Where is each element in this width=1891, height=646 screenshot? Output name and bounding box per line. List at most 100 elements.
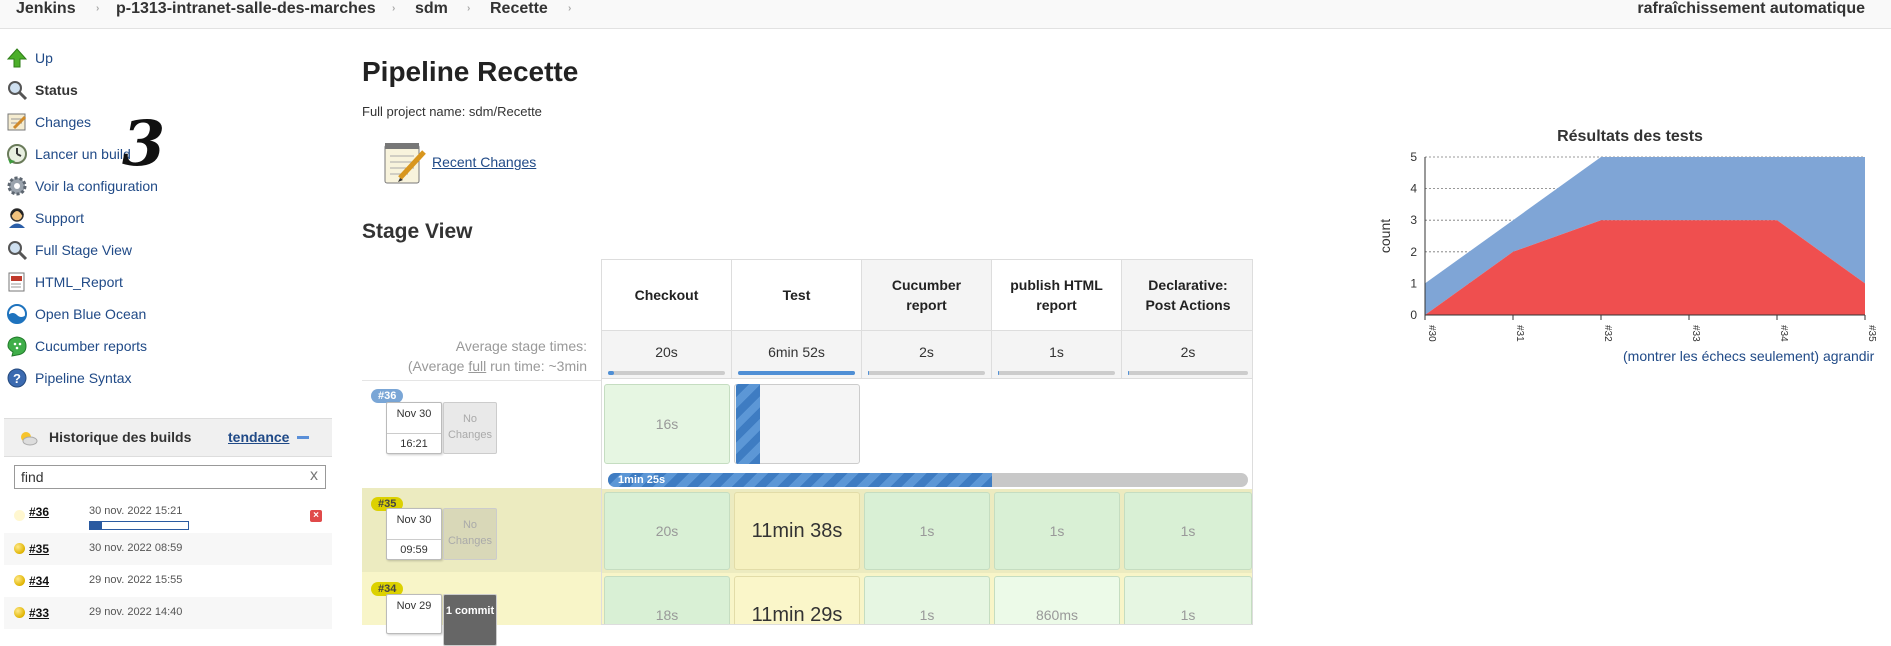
stage-header: Cucumber report bbox=[862, 260, 992, 330]
magnifier-icon bbox=[6, 239, 28, 261]
cucumber-icon bbox=[6, 335, 28, 357]
task-support[interactable]: Support bbox=[6, 206, 84, 230]
avg-time-value: 2s bbox=[1180, 344, 1196, 360]
build-search-input[interactable] bbox=[14, 465, 326, 489]
avg-run-suffix: run time: ~3min bbox=[486, 358, 587, 374]
build-link[interactable]: #35 bbox=[29, 542, 49, 556]
auto-refresh-link[interactable]: rafraîchissement automatique bbox=[1637, 0, 1865, 18]
run-date-box: Nov 30 16:21 bbox=[386, 402, 442, 454]
clock-build-icon bbox=[6, 143, 28, 165]
avg-time-bar bbox=[608, 371, 725, 375]
breadcrumb-folder[interactable]: sdm bbox=[415, 0, 448, 18]
breadcrumb-job[interactable]: Recette bbox=[490, 0, 548, 18]
run-date: Nov 30 bbox=[396, 408, 432, 420]
recent-changes-link[interactable]: Recent Changes bbox=[432, 154, 536, 170]
average-stage-times-label: Average stage times: (Average full run t… bbox=[380, 336, 587, 394]
stage-cell[interactable]: 1s bbox=[1124, 576, 1252, 624]
breadcrumb-jenkins[interactable]: Jenkins bbox=[16, 0, 76, 18]
task-label: HTML_Report bbox=[35, 274, 123, 290]
notepad-icon bbox=[382, 140, 426, 189]
stage-cell[interactable]: 1s bbox=[1124, 492, 1252, 570]
stage-cell[interactable]: 1s bbox=[864, 492, 990, 570]
x-tick-label: #35 bbox=[1866, 325, 1877, 342]
task-html-report[interactable]: HTML_Report bbox=[6, 270, 123, 294]
task-blue-ocean[interactable]: Open Blue Ocean bbox=[6, 302, 146, 326]
build-link[interactable]: #34 bbox=[29, 574, 49, 588]
stage-view-table: Checkout Test Cucumber report publish HT… bbox=[601, 259, 1253, 625]
avg-run-prefix: (Average bbox=[407, 358, 469, 374]
task-label: Full Stage View bbox=[35, 242, 133, 258]
enlarge-chart-link[interactable]: agrandir bbox=[1823, 348, 1874, 364]
abort-build-icon[interactable]: × bbox=[310, 510, 322, 522]
stage-avg-time: 2s bbox=[1122, 330, 1252, 378]
build-date[interactable]: 29 nov. 2022 14:40 bbox=[89, 606, 182, 618]
x-tick-label: #30 bbox=[1426, 325, 1437, 342]
task-build-now[interactable]: Lancer un build bbox=[6, 142, 131, 166]
annotation-number: 3 bbox=[122, 107, 166, 180]
chevron-right-icon: › bbox=[96, 3, 100, 14]
stage-cell[interactable]: 11min 38s bbox=[734, 492, 860, 570]
task-label: Status bbox=[35, 82, 78, 98]
stage-cell[interactable]: 18s bbox=[604, 576, 730, 624]
stage-cell[interactable]: 1s bbox=[994, 492, 1120, 570]
clear-search-icon[interactable]: x bbox=[310, 467, 318, 485]
task-label: Lancer un build bbox=[35, 146, 131, 162]
y-tick-label: 4 bbox=[1410, 182, 1417, 196]
build-progress-bar bbox=[89, 521, 189, 530]
task-cucumber-reports[interactable]: Cucumber reports bbox=[6, 334, 147, 358]
stage-cell[interactable]: 860ms bbox=[994, 576, 1120, 624]
build-history-panel: Historique des builds tendance x #36 30 … bbox=[4, 418, 332, 629]
y-axis-label: count bbox=[1377, 219, 1393, 253]
weather-icon bbox=[18, 429, 38, 450]
task-pipeline-syntax[interactable]: ? Pipeline Syntax bbox=[6, 366, 132, 390]
run-time: 09:59 bbox=[387, 539, 441, 556]
changes-box[interactable]: 1 commit bbox=[443, 594, 497, 646]
run-progress-fill bbox=[608, 473, 992, 487]
task-full-stage-view[interactable]: Full Stage View bbox=[6, 238, 132, 262]
x-tick-label: #31 bbox=[1514, 325, 1525, 342]
build-date[interactable]: 29 nov. 2022 15:55 bbox=[89, 574, 182, 586]
x-tick-label: #32 bbox=[1602, 325, 1613, 342]
blue-ocean-icon bbox=[6, 303, 28, 325]
trend-link[interactable]: tendance bbox=[228, 429, 289, 445]
stage-cell[interactable]: 11min 29s bbox=[734, 576, 860, 624]
stage-cell[interactable]: 20s bbox=[604, 492, 730, 570]
build-status-pending-icon bbox=[14, 510, 25, 521]
chevron-right-icon: › bbox=[467, 3, 471, 14]
task-status[interactable]: Status bbox=[6, 78, 78, 102]
stage-avg-time: 1s bbox=[992, 330, 1122, 378]
y-tick-label: 0 bbox=[1410, 308, 1417, 322]
stage-cell[interactable]: 1s bbox=[864, 576, 990, 624]
build-date[interactable]: 30 nov. 2022 08:59 bbox=[89, 542, 182, 554]
test-results-chart[interactable]: 0 1 2 3 4 5 #30 #31 #32 #33 #34 #35 count bbox=[1370, 145, 1880, 345]
task-changes[interactable]: Changes bbox=[6, 110, 91, 134]
gear-icon bbox=[6, 175, 28, 197]
avg-time-bar-fill bbox=[738, 371, 855, 375]
build-date[interactable]: 30 nov. 2022 15:21 bbox=[89, 505, 182, 517]
run-progress-time: 1min 25s bbox=[618, 474, 666, 486]
stage-avg-time: 20s bbox=[602, 330, 732, 378]
changes-box[interactable]: No Changes bbox=[443, 402, 497, 454]
changes-box[interactable]: No Changes bbox=[443, 508, 497, 560]
task-label: Pipeline Syntax bbox=[35, 370, 132, 386]
build-link[interactable]: #33 bbox=[29, 606, 49, 620]
build-link[interactable]: #36 bbox=[29, 505, 49, 519]
html-report-icon bbox=[6, 271, 28, 293]
task-label: Changes bbox=[35, 114, 92, 130]
avg-time-bar-fill bbox=[1128, 371, 1130, 375]
avg-time-value: 6min 52s bbox=[768, 344, 825, 360]
build-row: #34 29 nov. 2022 15:55 bbox=[4, 565, 332, 597]
breadcrumb-project[interactable]: p-1313-intranet-salle-des-marches bbox=[116, 0, 376, 18]
avg-stage-times-text: Average stage times: bbox=[455, 338, 587, 354]
avg-full-run-text: (Average full run time: ~3min bbox=[380, 356, 587, 376]
show-failures-only-link[interactable]: (montrer les échecs seulement) bbox=[1623, 348, 1819, 364]
stage-cell[interactable]: 16s bbox=[604, 384, 730, 464]
y-tick-label: 2 bbox=[1410, 245, 1417, 259]
run-progress-bar: 1min 25s bbox=[608, 473, 1248, 487]
build-badge[interactable]: #36 bbox=[371, 389, 404, 403]
avg-time-bar-fill bbox=[608, 371, 614, 375]
task-up[interactable]: Up bbox=[6, 46, 53, 70]
support-person-icon bbox=[6, 207, 28, 229]
task-label: Open Blue Ocean bbox=[35, 306, 147, 322]
page-title: Pipeline Recette bbox=[362, 56, 579, 87]
